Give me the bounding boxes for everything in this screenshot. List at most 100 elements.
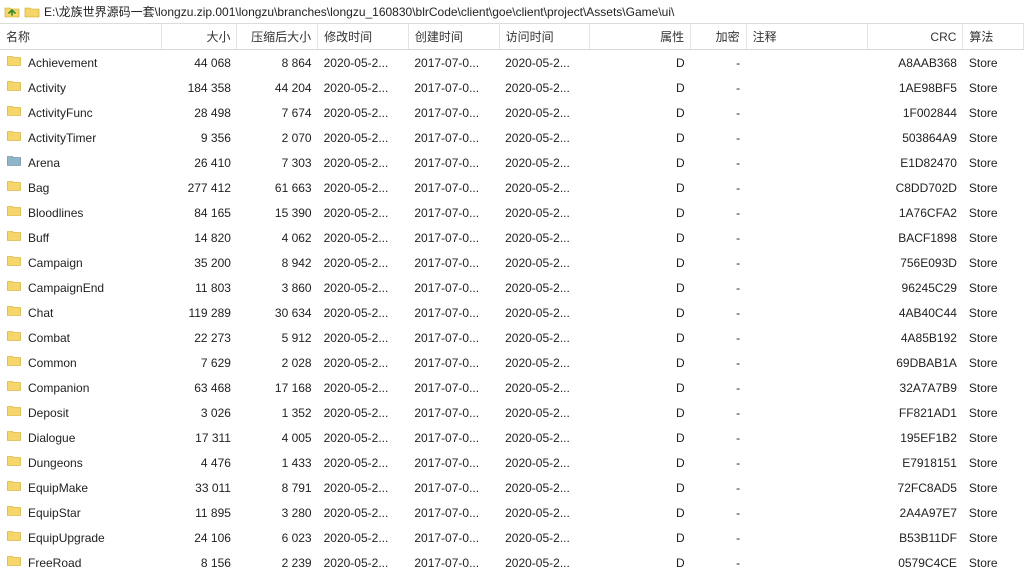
packed-size: 1 433 xyxy=(237,450,318,475)
col-name[interactable]: 名称 xyxy=(0,24,161,50)
up-folder-icon[interactable] xyxy=(4,4,20,20)
table-row[interactable]: EquipMake33 0118 7912020-05-2...2017-07-… xyxy=(0,475,1024,500)
table-row[interactable]: Bloodlines84 16515 3902020-05-2...2017-0… xyxy=(0,200,1024,225)
file-size: 9 356 xyxy=(161,125,237,150)
crc: 32A7A7B9 xyxy=(867,375,963,400)
col-attr[interactable]: 属性 xyxy=(590,24,691,50)
crc: 756E093D xyxy=(867,250,963,275)
table-row[interactable]: Buff14 8204 0622020-05-2...2017-07-0...2… xyxy=(0,225,1024,250)
comment xyxy=(746,100,867,125)
created-time: 2017-07-0... xyxy=(408,250,499,275)
table-row[interactable]: Campaign35 2008 9422020-05-2...2017-07-0… xyxy=(0,250,1024,275)
table-row[interactable]: Dialogue17 3114 0052020-05-2...2017-07-0… xyxy=(0,425,1024,450)
comment xyxy=(746,200,867,225)
crc: 96245C29 xyxy=(867,275,963,300)
table-row[interactable]: Combat22 2735 9122020-05-2...2017-07-0..… xyxy=(0,325,1024,350)
file-size: 63 468 xyxy=(161,375,237,400)
col-modified[interactable]: 修改时间 xyxy=(318,24,409,50)
modified-time: 2020-05-2... xyxy=(318,300,409,325)
attributes: D xyxy=(590,525,691,550)
path-text[interactable]: E:\龙族世界源码一套\longzu.zip.001\longzu\branch… xyxy=(44,3,1020,20)
folder-icon xyxy=(6,353,22,372)
encrypted: - xyxy=(691,350,746,375)
accessed-time: 2020-05-2... xyxy=(499,125,590,150)
modified-time: 2020-05-2... xyxy=(318,225,409,250)
created-time: 2017-07-0... xyxy=(408,450,499,475)
file-name: ActivityFunc xyxy=(28,106,93,120)
created-time: 2017-07-0... xyxy=(408,300,499,325)
crc: 72FC8AD5 xyxy=(867,475,963,500)
encrypted: - xyxy=(691,425,746,450)
col-created[interactable]: 创建时间 xyxy=(408,24,499,50)
comment xyxy=(746,375,867,400)
created-time: 2017-07-0... xyxy=(408,225,499,250)
table-row[interactable]: Companion63 46817 1682020-05-2...2017-07… xyxy=(0,375,1024,400)
attributes: D xyxy=(590,500,691,525)
table-row[interactable]: CampaignEnd11 8033 8602020-05-2...2017-0… xyxy=(0,275,1024,300)
table-row[interactable]: ActivityTimer9 3562 0702020-05-2...2017-… xyxy=(0,125,1024,150)
accessed-time: 2020-05-2... xyxy=(499,250,590,275)
created-time: 2017-07-0... xyxy=(408,200,499,225)
accessed-time: 2020-05-2... xyxy=(499,100,590,125)
col-packed[interactable]: 压缩后大小 xyxy=(237,24,318,50)
method: Store xyxy=(963,125,1024,150)
accessed-time: 2020-05-2... xyxy=(499,50,590,76)
packed-size: 3 860 xyxy=(237,275,318,300)
accessed-time: 2020-05-2... xyxy=(499,375,590,400)
created-time: 2017-07-0... xyxy=(408,325,499,350)
file-name: Dialogue xyxy=(28,431,75,445)
attributes: D xyxy=(590,250,691,275)
comment xyxy=(746,275,867,300)
encrypted: - xyxy=(691,225,746,250)
packed-size: 2 028 xyxy=(237,350,318,375)
comment xyxy=(746,425,867,450)
encrypted: - xyxy=(691,525,746,550)
crc: 1AE98BF5 xyxy=(867,75,963,100)
comment xyxy=(746,450,867,475)
created-time: 2017-07-0... xyxy=(408,375,499,400)
col-method[interactable]: 算法 xyxy=(963,24,1024,50)
table-row[interactable]: Dungeons4 4761 4332020-05-2...2017-07-0.… xyxy=(0,450,1024,475)
table-row[interactable]: FreeRoad8 1562 2392020-05-2...2017-07-0.… xyxy=(0,550,1024,575)
crc: C8DD702D xyxy=(867,175,963,200)
file-name: Campaign xyxy=(28,256,83,270)
table-row[interactable]: Activity184 35844 2042020-05-2...2017-07… xyxy=(0,75,1024,100)
packed-size: 61 663 xyxy=(237,175,318,200)
method: Store xyxy=(963,300,1024,325)
col-size[interactable]: 大小 xyxy=(161,24,237,50)
accessed-time: 2020-05-2... xyxy=(499,475,590,500)
file-name: FreeRoad xyxy=(28,556,81,570)
comment xyxy=(746,325,867,350)
file-name: ActivityTimer xyxy=(28,131,96,145)
attributes: D xyxy=(590,50,691,76)
col-comment[interactable]: 注释 xyxy=(746,24,867,50)
attributes: D xyxy=(590,550,691,575)
file-name: Companion xyxy=(28,381,89,395)
table-row[interactable]: Chat119 28930 6342020-05-2...2017-07-0..… xyxy=(0,300,1024,325)
file-size: 26 410 xyxy=(161,150,237,175)
table-row[interactable]: EquipUpgrade24 1066 0232020-05-2...2017-… xyxy=(0,525,1024,550)
table-row[interactable]: Arena26 4107 3032020-05-2...2017-07-0...… xyxy=(0,150,1024,175)
file-name: Common xyxy=(28,356,77,370)
table-row[interactable]: EquipStar11 8953 2802020-05-2...2017-07-… xyxy=(0,500,1024,525)
created-time: 2017-07-0... xyxy=(408,50,499,76)
table-row[interactable]: Bag277 41261 6632020-05-2...2017-07-0...… xyxy=(0,175,1024,200)
accessed-time: 2020-05-2... xyxy=(499,225,590,250)
encrypted: - xyxy=(691,325,746,350)
col-encrypted[interactable]: 加密 xyxy=(691,24,746,50)
table-row[interactable]: ActivityFunc28 4987 6742020-05-2...2017-… xyxy=(0,100,1024,125)
encrypted: - xyxy=(691,75,746,100)
file-size: 11 895 xyxy=(161,500,237,525)
method: Store xyxy=(963,475,1024,500)
col-crc[interactable]: CRC xyxy=(867,24,963,50)
col-accessed[interactable]: 访问时间 xyxy=(499,24,590,50)
table-row[interactable]: Deposit3 0261 3522020-05-2...2017-07-0..… xyxy=(0,400,1024,425)
table-row[interactable]: Common7 6292 0282020-05-2...2017-07-0...… xyxy=(0,350,1024,375)
created-time: 2017-07-0... xyxy=(408,400,499,425)
encrypted: - xyxy=(691,200,746,225)
method: Store xyxy=(963,500,1024,525)
file-size: 119 289 xyxy=(161,300,237,325)
crc: 503864A9 xyxy=(867,125,963,150)
file-name: Chat xyxy=(28,306,53,320)
table-row[interactable]: Achievement44 0688 8642020-05-2...2017-0… xyxy=(0,50,1024,76)
